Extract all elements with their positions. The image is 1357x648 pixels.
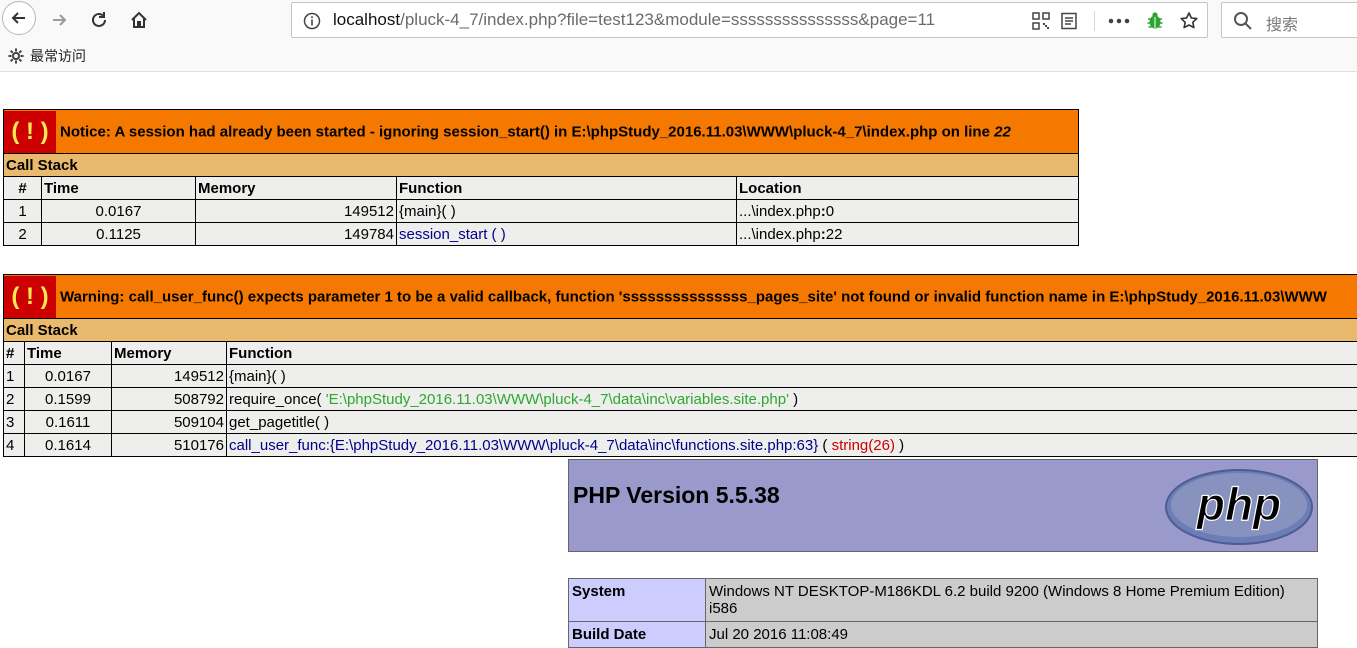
col-header-memory: Memory [196, 177, 397, 200]
row-index: 4 [4, 434, 25, 457]
forward-arrow-icon [50, 11, 68, 29]
row-index: 2 [4, 388, 25, 411]
search-icon [1232, 10, 1254, 32]
gear-icon [8, 48, 24, 64]
phpinfo-header: PHP Version 5.5.38 php [568, 459, 1318, 552]
call-stack-label: Call Stack [4, 154, 1079, 177]
function-link[interactable]: call_user_func:{E:\phpStudy_2016.11.03\W… [229, 437, 818, 454]
php-version-title: PHP Version 5.5.38 [573, 482, 780, 509]
row-index: 1 [4, 365, 25, 388]
col-header-index: # [4, 177, 42, 200]
bookmark-star-icon[interactable] [1178, 10, 1200, 32]
function-link[interactable]: session_start ( ) [399, 226, 506, 243]
info-value: Windows NT DESKTOP-M186KDL 6.2 build 920… [706, 579, 1318, 622]
row-function: get_pagetitle( ) [227, 411, 1357, 434]
back-button[interactable] [2, 1, 36, 35]
info-icon[interactable] [301, 10, 323, 32]
row-memory: 149512 [196, 200, 397, 223]
info-key: System [569, 579, 706, 622]
error-marker-icon: ( ! ) [4, 111, 56, 153]
reader-view-icon[interactable] [1058, 10, 1080, 32]
row-memory: 510176 [112, 434, 227, 457]
reload-button[interactable] [83, 4, 115, 36]
url-fade [972, 7, 1022, 33]
php-logo-text: php [1195, 478, 1281, 530]
home-button[interactable] [123, 4, 155, 36]
url-separator [1094, 11, 1095, 31]
row-function[interactable]: session_start ( ) [397, 223, 737, 246]
row-location[interactable]: ...\index.php:22 [737, 223, 1079, 246]
more-actions-icon[interactable] [1108, 10, 1130, 32]
url-path: /pluck-4_7/index.php?file=test123&module… [400, 10, 935, 29]
col-header-time: Time [42, 177, 196, 200]
notice-line: 22 [994, 123, 1011, 140]
warning-table: ( ! )Warning: call_user_func() expects p… [3, 274, 1357, 457]
row-function: require_once( 'E:\phpStudy_2016.11.03\WW… [227, 388, 1357, 411]
back-arrow-icon [10, 9, 28, 27]
row-index: 3 [4, 411, 25, 434]
col-header-location: Location [737, 177, 1079, 200]
row-function: {main}( ) [227, 365, 1357, 388]
notice-table: ( ! )Notice: A session had already been … [3, 109, 1079, 246]
col-header-function: Function [227, 342, 1357, 365]
warning-message: Warning: call_user_func() expects parame… [60, 288, 1327, 305]
table-row: 3 0.1611 509104 get_pagetitle( ) [4, 411, 1357, 434]
col-header-index: # [4, 342, 25, 365]
phpinfo-table: System Windows NT DESKTOP-M186KDL 6.2 bu… [568, 578, 1318, 648]
row-index: 2 [4, 223, 42, 246]
row-time: 0.0167 [25, 365, 112, 388]
bookmarks-toolbar: 最常访问 [0, 40, 1357, 72]
search-bar[interactable]: 搜索 [1221, 2, 1357, 38]
url-bar[interactable]: localhost/pluck-4_7/index.php?file=test1… [291, 2, 1208, 38]
bug-extension-icon[interactable] [1144, 10, 1166, 32]
url-host: localhost [333, 10, 400, 29]
string-type-argument: string(26) [832, 437, 895, 454]
string-argument: 'E:\phpStudy_2016.11.03\WWW\pluck-4_7\da… [326, 391, 789, 408]
table-row: 2 0.1125 149784 session_start ( ) ...\in… [4, 223, 1079, 246]
col-header-memory: Memory [112, 342, 227, 365]
home-icon [129, 10, 149, 30]
row-index: 1 [4, 200, 42, 223]
table-row: 1 0.0167 149512 {main}( ) ...\index.php:… [4, 200, 1079, 223]
row-memory: 508792 [112, 388, 227, 411]
row-function[interactable]: call_user_func:{E:\phpStudy_2016.11.03\W… [227, 434, 1357, 457]
table-row: System Windows NT DESKTOP-M186KDL 6.2 bu… [569, 579, 1318, 622]
col-header-function: Function [397, 177, 737, 200]
row-time: 0.1614 [25, 434, 112, 457]
info-value: Jul 20 2016 11:08:49 [706, 622, 1318, 648]
row-memory: 149784 [196, 223, 397, 246]
row-function: {main}( ) [397, 200, 737, 223]
forward-button[interactable] [43, 4, 75, 36]
search-placeholder: 搜索 [1266, 11, 1298, 35]
row-memory: 149512 [112, 365, 227, 388]
qr-code-icon[interactable] [1030, 10, 1052, 32]
error-marker-icon: ( ! ) [4, 276, 56, 318]
call-stack-label: Call Stack [4, 319, 1357, 342]
row-time: 0.1125 [42, 223, 196, 246]
table-row: 1 0.0167 149512 {main}( ) [4, 365, 1357, 388]
notice-title: ( ! )Notice: A session had already been … [4, 110, 1079, 154]
table-row: 4 0.1614 510176 call_user_func:{E:\phpSt… [4, 434, 1357, 457]
table-row: Build Date Jul 20 2016 11:08:49 [569, 622, 1318, 648]
reload-icon [89, 10, 109, 30]
bookmark-most-visited[interactable]: 最常访问 [8, 46, 86, 66]
row-location[interactable]: ...\index.php:0 [737, 200, 1079, 223]
info-key: Build Date [569, 622, 706, 648]
row-time: 0.1599 [25, 388, 112, 411]
row-memory: 509104 [112, 411, 227, 434]
table-row: 2 0.1599 508792 require_once( 'E:\phpStu… [4, 388, 1357, 411]
row-time: 0.0167 [42, 200, 196, 223]
warning-title: ( ! )Warning: call_user_func() expects p… [4, 275, 1357, 319]
php-logo[interactable]: php [1164, 468, 1314, 546]
url-text[interactable]: localhost/pluck-4_7/index.php?file=test1… [333, 10, 1013, 30]
row-time: 0.1611 [25, 411, 112, 434]
bookmark-label: 最常访问 [30, 46, 86, 66]
browser-toolbar: localhost/pluck-4_7/index.php?file=test1… [0, 0, 1357, 40]
notice-message: Notice: A session had already been start… [60, 123, 1011, 140]
col-header-time: Time [25, 342, 112, 365]
